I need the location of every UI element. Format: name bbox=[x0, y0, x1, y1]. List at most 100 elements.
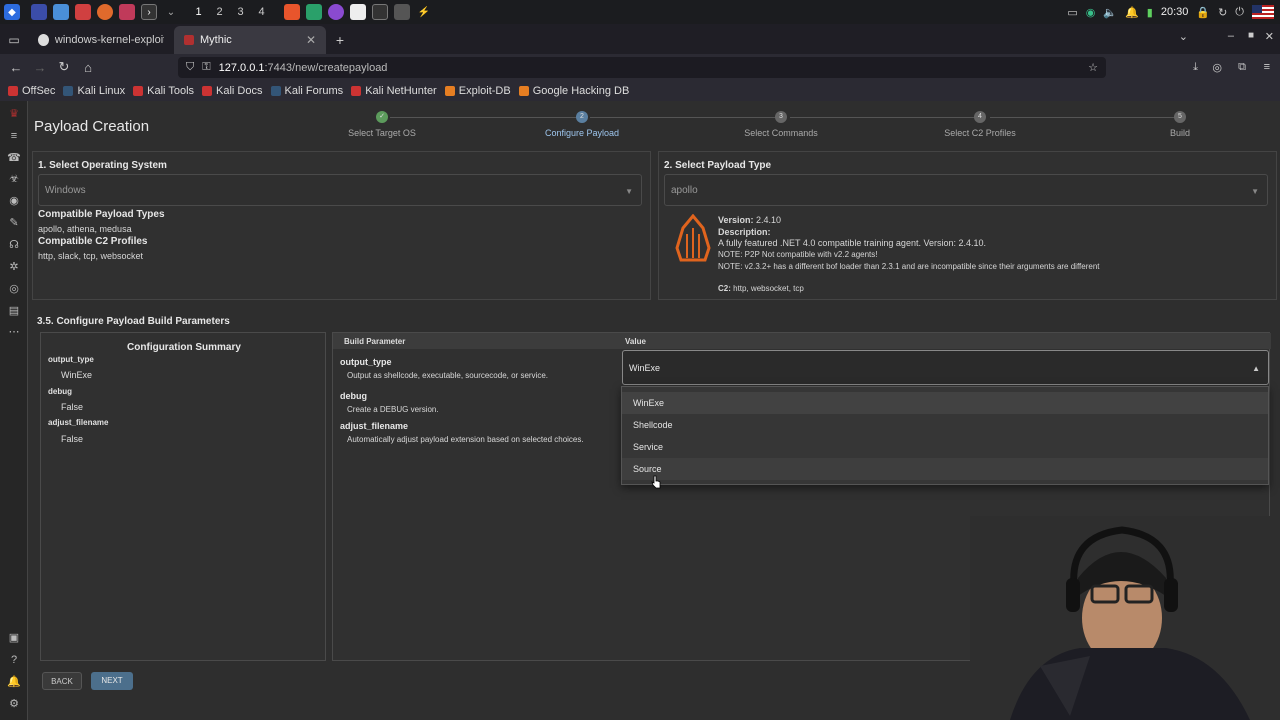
system-taskbar: ◆ › ⌄ 1 2 3 4 ⚡ ▭ ◉ 🔈 🔔 ▮ 20:30 🔒 ↻ ⏻ bbox=[0, 0, 1280, 24]
workspace-1[interactable]: 1 bbox=[188, 6, 209, 18]
description-line-3: NOTE: v2.3.2+ has a different bof loader… bbox=[718, 262, 1100, 271]
app-icon[interactable] bbox=[306, 4, 322, 20]
workspace-3[interactable]: 3 bbox=[230, 6, 251, 18]
reload-icon[interactable]: ↻ bbox=[52, 59, 76, 75]
summary-key-debug: debug bbox=[48, 387, 72, 396]
bookmark-google-hacking-db[interactable]: Google Hacking DB bbox=[518, 85, 629, 97]
mythic-logo-icon[interactable]: ♛ bbox=[7, 107, 21, 121]
notification-icon[interactable]: 🔔 bbox=[7, 675, 21, 689]
show-desktop-icon[interactable] bbox=[31, 4, 47, 20]
github-icon bbox=[38, 34, 49, 46]
terminal-window-icon[interactable] bbox=[372, 4, 388, 20]
firefox-icon[interactable] bbox=[97, 4, 113, 20]
dropdown-option-winexe[interactable]: WinExe bbox=[622, 392, 1268, 414]
biohazard-icon[interactable]: ☣ bbox=[7, 172, 21, 186]
close-icon[interactable]: ✕ bbox=[306, 33, 316, 47]
bell-icon[interactable]: 🔔 bbox=[1125, 6, 1139, 19]
payload-type-panel: 2. Select Payload Type apollo ▼ Version:… bbox=[658, 151, 1277, 300]
refresh-circle-icon[interactable]: ◉ bbox=[1086, 6, 1096, 19]
step-number: 4 bbox=[974, 111, 986, 123]
step-select-target-os[interactable]: ✓ Select Target OS bbox=[282, 111, 482, 138]
more-icon[interactable]: ⋯ bbox=[7, 325, 21, 339]
bookmark-kali-forums[interactable]: Kali Forums bbox=[270, 85, 343, 97]
bookmark-kali-docs[interactable]: Kali Docs bbox=[202, 85, 263, 97]
col-build-parameter: Build Parameter bbox=[344, 337, 406, 346]
play-circle-icon[interactable]: ◉ bbox=[7, 194, 21, 208]
chevron-down-icon[interactable]: ⌄ bbox=[163, 4, 179, 20]
minimize-icon[interactable]: – bbox=[1228, 30, 1234, 42]
pencil-icon[interactable]: ✎ bbox=[7, 216, 21, 230]
param-name: adjust_filename bbox=[340, 421, 409, 431]
tab-windows-kernel-exploits[interactable]: windows-kernel-exploits/ bbox=[28, 26, 174, 54]
firefox-window-icon[interactable] bbox=[328, 4, 344, 20]
step-select-commands[interactable]: 3 Select Commands bbox=[681, 111, 881, 138]
step-label: Select Target OS bbox=[348, 128, 416, 138]
os-select[interactable]: Windows ▼ bbox=[38, 174, 642, 206]
workspace-2[interactable]: 2 bbox=[209, 6, 230, 18]
window-icon[interactable]: ▭ bbox=[1067, 6, 1077, 19]
power-icon[interactable]: ⏻ bbox=[1235, 6, 1244, 19]
settings-gear-icon[interactable]: ⚙ bbox=[7, 697, 21, 711]
bug-icon[interactable]: ✲ bbox=[7, 260, 21, 274]
burp-icon[interactable] bbox=[119, 4, 135, 20]
workspace-4[interactable]: 4 bbox=[251, 6, 272, 18]
hand-cursor-icon bbox=[651, 475, 661, 489]
step-number: 5 bbox=[1174, 111, 1186, 123]
output-type-select[interactable]: WinExe ▲ bbox=[622, 350, 1269, 385]
next-button[interactable]: NEXT bbox=[91, 672, 133, 690]
param-desc: Automatically adjust payload extension b… bbox=[347, 435, 584, 444]
home-icon[interactable]: ⌂ bbox=[76, 60, 100, 75]
tab-overflow-icon[interactable]: ⌄ bbox=[1179, 30, 1188, 43]
chart-icon[interactable]: ▤ bbox=[7, 304, 21, 318]
screenshot-icon[interactable] bbox=[394, 4, 410, 20]
kali-menu-icon[interactable]: ◆ bbox=[4, 4, 20, 20]
tab-mythic[interactable]: Mythic ✕ bbox=[174, 26, 326, 54]
help-icon[interactable]: ? bbox=[7, 653, 21, 667]
lock-icon[interactable]: ⚿ bbox=[202, 61, 210, 74]
new-tab-button[interactable]: + bbox=[326, 26, 354, 54]
hamburger-icon[interactable]: ≡ bbox=[7, 129, 21, 143]
download-icon[interactable]: ⤓ bbox=[1193, 61, 1198, 74]
editor-icon[interactable] bbox=[75, 4, 91, 20]
tab-list-icon[interactable]: ▭ bbox=[0, 26, 28, 54]
payload-type-select[interactable]: apollo ▼ bbox=[664, 174, 1268, 206]
dropdown-option-shellcode[interactable]: Shellcode bbox=[622, 414, 1268, 436]
dropdown-option-source[interactable]: Source bbox=[622, 458, 1268, 480]
bookmark-kali-nethunter[interactable]: Kali NetHunter bbox=[351, 85, 437, 97]
brave-icon[interactable] bbox=[284, 4, 300, 20]
back-arrow-icon[interactable]: ← bbox=[4, 60, 28, 75]
step-select-c2-profiles[interactable]: 4 Select C2 Profiles bbox=[880, 111, 1080, 138]
account-icon[interactable]: ◎ bbox=[1212, 61, 1222, 74]
param-name: debug bbox=[340, 391, 367, 401]
url-bar[interactable]: ⛉ ⚿ 127.0.0.1:7443/new/createpayload ☆ bbox=[178, 57, 1106, 78]
bookmark-offsec[interactable]: OffSec bbox=[8, 85, 55, 97]
maximize-icon[interactable]: ■ bbox=[1248, 30, 1254, 41]
extensions-icon[interactable]: ⧉ bbox=[1238, 61, 1246, 74]
update-icon[interactable]: ↻ bbox=[1218, 6, 1227, 19]
back-button[interactable]: BACK bbox=[42, 672, 82, 690]
window-close-icon[interactable]: ✕ bbox=[1265, 30, 1274, 43]
step-configure-payload[interactable]: 2 Configure Payload bbox=[482, 111, 682, 138]
webcam-overlay bbox=[970, 516, 1280, 720]
volume-icon[interactable]: 🔈 bbox=[1103, 6, 1117, 19]
feedback-icon[interactable]: ▣ bbox=[7, 631, 21, 645]
offsec-icon bbox=[8, 85, 18, 96]
step-build[interactable]: 5 Build bbox=[1080, 111, 1280, 138]
lock-icon[interactable]: 🔒 bbox=[1196, 6, 1210, 19]
kali-dragon-icon[interactable]: ⚡ bbox=[416, 4, 432, 20]
document-icon[interactable] bbox=[350, 4, 366, 20]
bookmark-kali-tools[interactable]: Kali Tools bbox=[133, 85, 194, 97]
phone-icon[interactable]: ☎ bbox=[7, 151, 21, 165]
bookmark-kali-linux[interactable]: Kali Linux bbox=[63, 85, 125, 97]
dropdown-option-service[interactable]: Service bbox=[622, 436, 1268, 458]
headphones-icon[interactable]: ☊ bbox=[7, 238, 21, 252]
terminal-icon[interactable]: › bbox=[141, 4, 157, 20]
star-icon[interactable]: ☆ bbox=[1088, 61, 1098, 74]
shield-icon[interactable]: ⛉ bbox=[186, 61, 194, 74]
bookmark-exploit-db[interactable]: Exploit-DB bbox=[444, 85, 511, 97]
eye-icon[interactable]: ◎ bbox=[7, 282, 21, 296]
clock[interactable]: 20:30 bbox=[1161, 6, 1189, 18]
forward-arrow-icon[interactable]: → bbox=[28, 60, 52, 75]
file-manager-icon[interactable] bbox=[53, 4, 69, 20]
menu-icon[interactable]: ≡ bbox=[1264, 61, 1270, 73]
